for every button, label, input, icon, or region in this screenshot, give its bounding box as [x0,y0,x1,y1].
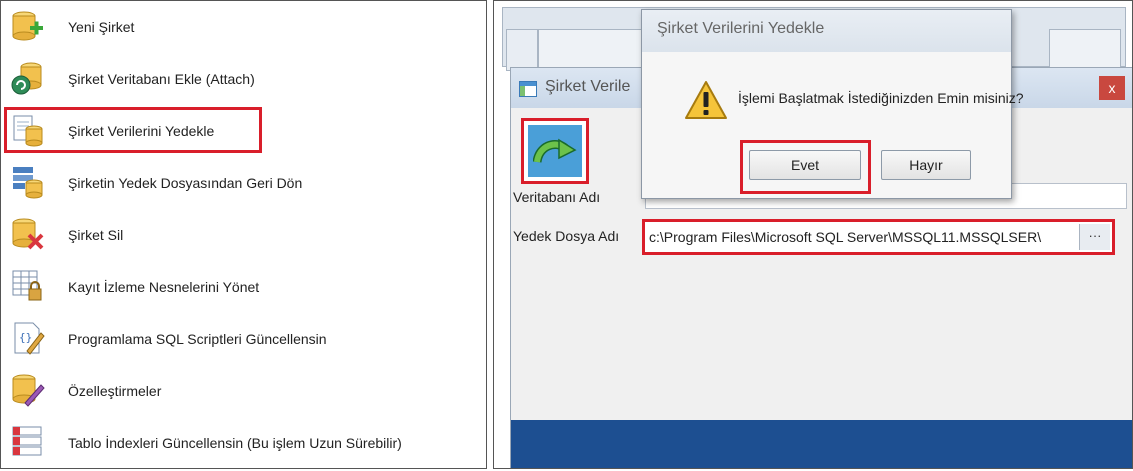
script-edit-icon: {} [14,322,45,355]
svg-text:{}: {} [19,331,32,344]
menu-item-label: Şirketin Yedek Dosyasından Geri Dön [68,175,303,191]
menu-item-label: Şirket Sil [68,227,124,243]
numbered-list-icon [12,426,42,456]
confirm-dialog: Şirket Verilerini Yedekle İşlemi Başlatm… [641,9,1024,199]
company-menu-panel: Yeni Şirket Şirket Veritabanı Ekle (Atta… [0,0,487,469]
database-attach-icon [11,62,42,95]
menu-item-update-table-indexes[interactable]: Tablo İndexleri Güncellensin (Bu işlem U… [1,417,486,469]
menu-item-manage-audit-objects[interactable]: Kayıt İzleme Nesnelerini Yönet [1,261,486,313]
menu-item-delete-company[interactable]: Şirket Sil [1,209,486,261]
backup-window-panel: Şirket Verile x Veritabanı Adı Yedek Dos… [493,0,1133,469]
close-button[interactable]: x [1099,76,1125,100]
menu-item-backup-company[interactable]: Şirket Verilerini Yedekle [1,105,486,157]
backup-file-field-highlight: c:\Program Files\Microsoft SQL Server\MS… [642,219,1115,255]
menu-item-label: Kayıt İzleme Nesnelerini Yönet [68,279,260,295]
database-backup-icon [13,115,43,147]
background-tab [506,29,538,71]
menu-item-label: Şirket Verilerini Yedekle [68,123,215,139]
browse-button[interactable]: ··· [1079,224,1110,250]
redo-arrow-icon [533,138,577,164]
database-add-icon [12,11,43,41]
menu-item-restore-backup[interactable]: Şirketin Yedek Dosyasından Geri Dön [1,157,486,209]
yes-button[interactable]: Evet [749,150,861,180]
dialog-title: Şirket Verilerini Yedekle [657,20,825,37]
warning-icon [685,81,727,119]
menu-item-customizations[interactable]: Özelleştirmeler [1,365,486,417]
menu-item-update-sql-scripts[interactable]: {} Programlama SQL Scriptleri Güncellens… [1,313,486,365]
dialog-message: İşlemi Başlatmak İstediğinizden Emin mis… [738,90,1024,106]
menu-item-attach-database[interactable]: Şirket Veritabanı Ekle (Attach) [1,53,486,105]
backup-file-label: Yedek Dosya Adı [513,228,620,244]
database-restore-icon [13,167,43,199]
run-backup-button[interactable] [521,118,589,184]
menu-item-label: Tablo İndexleri Güncellensin (Bu işlem U… [68,435,402,451]
menu-item-label: Özelleştirmeler [68,383,162,399]
window-app-icon [519,81,537,97]
dialog-title-bar: Şirket Verilerini Yedekle [642,10,1011,52]
menu-item-label: Programlama SQL Scriptleri Güncellensin [68,331,327,347]
menu-item-label: Şirket Veritabanı Ekle (Attach) [68,71,255,87]
database-edit-icon [12,374,45,407]
database-name-label: Veritabanı Adı [513,189,601,205]
background-tab [1049,29,1121,71]
menu-item-new-company[interactable]: Yeni Şirket [1,1,486,53]
status-bar [511,420,1132,468]
backup-file-input[interactable]: c:\Program Files\Microsoft SQL Server\MS… [647,224,1079,250]
database-delete-icon [12,218,44,250]
run-backup-button-face [528,125,582,177]
no-button[interactable]: Hayır [881,150,971,180]
window-title: Şirket Verile [545,78,631,95]
menu-item-label: Yeni Şirket [68,19,135,35]
table-lock-icon [12,270,42,301]
